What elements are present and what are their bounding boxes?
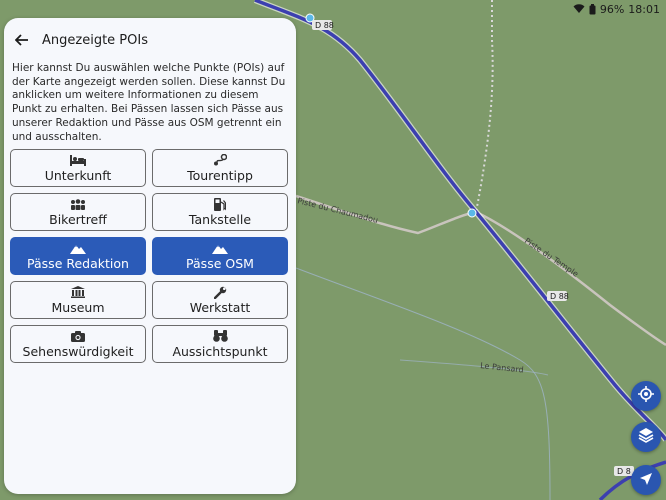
camera-icon (71, 329, 85, 343)
battery-icon (589, 3, 596, 15)
binoculars-icon (212, 329, 228, 343)
poi-button-label: Tourentipp (187, 168, 253, 183)
poi-button-label: Museum (51, 300, 105, 315)
page-title: Angezeigte POIs (42, 32, 148, 48)
svg-text:D 8: D 8 (617, 467, 631, 476)
layers-icon (638, 427, 654, 447)
status-bar: 96% 18:01 (573, 0, 666, 18)
arrow-left-icon[interactable] (14, 32, 30, 48)
poi-button-paesse-redaktion[interactable]: Pässe Redaktion (10, 237, 146, 275)
poi-button-sehenswuerdigkeit[interactable]: Sehenswürdigkeit (10, 325, 146, 363)
poi-panel: Angezeigte POIs Hier kannst Du auswählen… (4, 18, 296, 494)
svg-text:D 88: D 88 (550, 292, 569, 301)
fuel-icon (214, 197, 226, 211)
poi-button-tourentipp[interactable]: Tourentipp (152, 149, 288, 187)
poi-button-label: Bikertreff (49, 212, 107, 227)
layers-button[interactable] (631, 422, 661, 452)
group-icon (70, 197, 86, 211)
poi-button-bikertreff[interactable]: Bikertreff (10, 193, 146, 231)
road-badge-d88-mid: D 88 (547, 291, 569, 301)
navigate-button[interactable] (631, 465, 661, 495)
panel-description: Hier kannst Du auswählen welche Punkte (… (12, 62, 286, 143)
poi-button-label: Pässe OSM (186, 256, 254, 271)
museum-icon (71, 285, 85, 299)
poi-button-label: Sehenswürdigkeit (22, 344, 134, 359)
poi-button-werkstatt[interactable]: Werkstatt (152, 281, 288, 319)
poi-button-label: Pässe Redaktion (27, 256, 129, 271)
gps-locate-icon (638, 386, 654, 406)
mountain-icon (212, 241, 228, 255)
poi-button-unterkunft[interactable]: Unterkunft (10, 149, 146, 187)
poi-button-label: Tankstelle (188, 212, 252, 227)
panel-header: Angezeigte POIs (4, 18, 296, 62)
poi-button-grid: Unterkunft Tourentipp Bikertreff Tankste… (10, 149, 288, 363)
poi-button-aussichtspunkt[interactable]: Aussichtspunkt (152, 325, 288, 363)
mountain-icon (70, 241, 86, 255)
svg-text:D 88: D 88 (315, 21, 334, 30)
poi-button-tankstelle[interactable]: Tankstelle (152, 193, 288, 231)
poi-button-paesse-osm[interactable]: Pässe OSM (152, 237, 288, 275)
battery-percentage: 96% (599, 2, 625, 16)
route-icon (213, 153, 227, 167)
navigation-arrow-icon (639, 471, 653, 490)
wrench-icon (213, 285, 227, 299)
poi-button-museum[interactable]: Museum (10, 281, 146, 319)
road-badge-d88-top: D 88 (312, 20, 334, 30)
bed-icon (70, 153, 86, 167)
locate-button[interactable] (631, 381, 661, 411)
poi-button-label: Aussichtspunkt (172, 344, 268, 359)
poi-button-label: Werkstatt (189, 300, 251, 315)
poi-button-label: Unterkunft (44, 168, 112, 183)
clock: 18:01 (628, 2, 660, 16)
wifi-icon (573, 4, 585, 14)
